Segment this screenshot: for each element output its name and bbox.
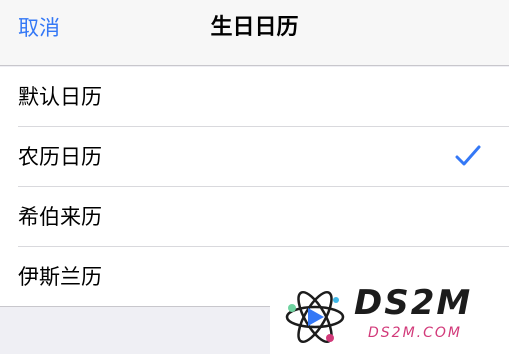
calendar-option-label: 农历日历 — [18, 145, 102, 169]
watermark-domain: DS2M.COM — [368, 325, 462, 341]
calendar-option-label: 希伯来历 — [18, 205, 102, 229]
page-title: 生日日历 — [210, 15, 299, 40]
calendar-option-label: 伊斯兰历 — [18, 265, 102, 289]
calendar-list: 默认日历 农历日历 希伯来历 伊斯兰历 — [0, 67, 509, 307]
navigation-bar: 取消 生日日历 — [0, 0, 509, 66]
watermark-brand: DS2M — [354, 283, 473, 323]
calendar-option-lunar[interactable]: 农历日历 — [0, 127, 509, 187]
calendar-option-default[interactable]: 默认日历 — [0, 67, 509, 127]
checkmark-icon — [455, 145, 481, 166]
watermark: DS2M DS2M.COM — [270, 280, 509, 354]
calendar-option-hebrew[interactable]: 希伯来历 — [0, 187, 509, 247]
birthday-calendar-screen: 取消 生日日历 默认日历 农历日历 希伯来历 伊斯兰历 DS2M DS2M.CO… — [0, 0, 509, 354]
calendar-option-label: 默认日历 — [18, 85, 102, 109]
atom-logo-icon — [285, 290, 345, 344]
